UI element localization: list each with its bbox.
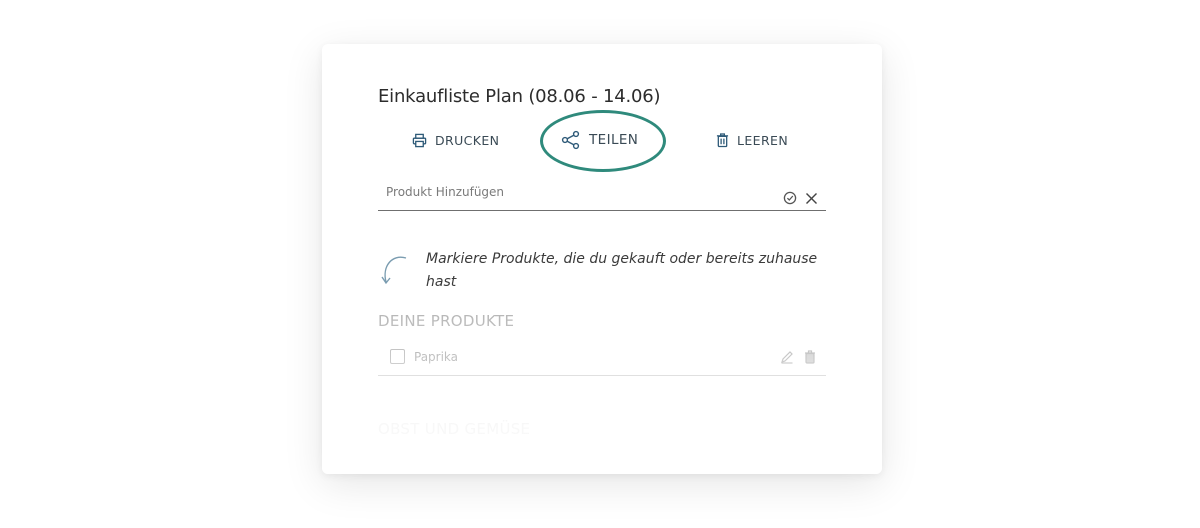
hint-text: Markiere Produkte, die du gekauft oder b… <box>426 251 818 290</box>
stage: Einkaufliste Plan (08.06 - 14.06) DRUCKE… <box>0 0 1200 528</box>
print-button[interactable]: DRUCKEN <box>412 128 499 152</box>
share-icon <box>561 130 581 150</box>
add-product-field <box>378 178 826 211</box>
clear-input-icon[interactable] <box>805 190 818 209</box>
print-label: DRUCKEN <box>435 132 500 148</box>
confirm-icon[interactable] <box>783 190 797 209</box>
trash-icon <box>716 132 729 148</box>
product-checkbox[interactable] <box>390 349 405 364</box>
printer-icon <box>412 133 427 148</box>
action-bar: DRUCKEN TEILEN LEEREN <box>378 128 826 152</box>
edit-icon[interactable] <box>780 349 794 368</box>
delete-icon[interactable] <box>804 349 816 368</box>
section-title-my-products: DEINE PRODUKTE <box>378 312 515 330</box>
share-label: TEILEN <box>589 132 639 148</box>
product-row: Paprika <box>378 344 826 376</box>
add-product-input[interactable] <box>384 184 768 200</box>
clear-label: LEEREN <box>737 132 789 148</box>
share-button[interactable]: TEILEN <box>561 128 638 152</box>
product-label: Paprika <box>414 350 459 364</box>
page-title: Einkaufliste Plan (08.06 - 14.06) <box>378 86 661 107</box>
clear-button[interactable]: LEEREN <box>716 128 788 152</box>
product-row-icons <box>780 349 816 368</box>
section-title-fruit-veg: OBST UND GEMÜSE <box>378 420 531 438</box>
shopping-list-card: Einkaufliste Plan (08.06 - 14.06) DRUCKE… <box>322 44 882 474</box>
hint: Markiere Produkte, die du gekauft oder b… <box>380 248 830 298</box>
curved-arrow-icon <box>380 252 410 296</box>
add-field-icons <box>783 190 818 209</box>
